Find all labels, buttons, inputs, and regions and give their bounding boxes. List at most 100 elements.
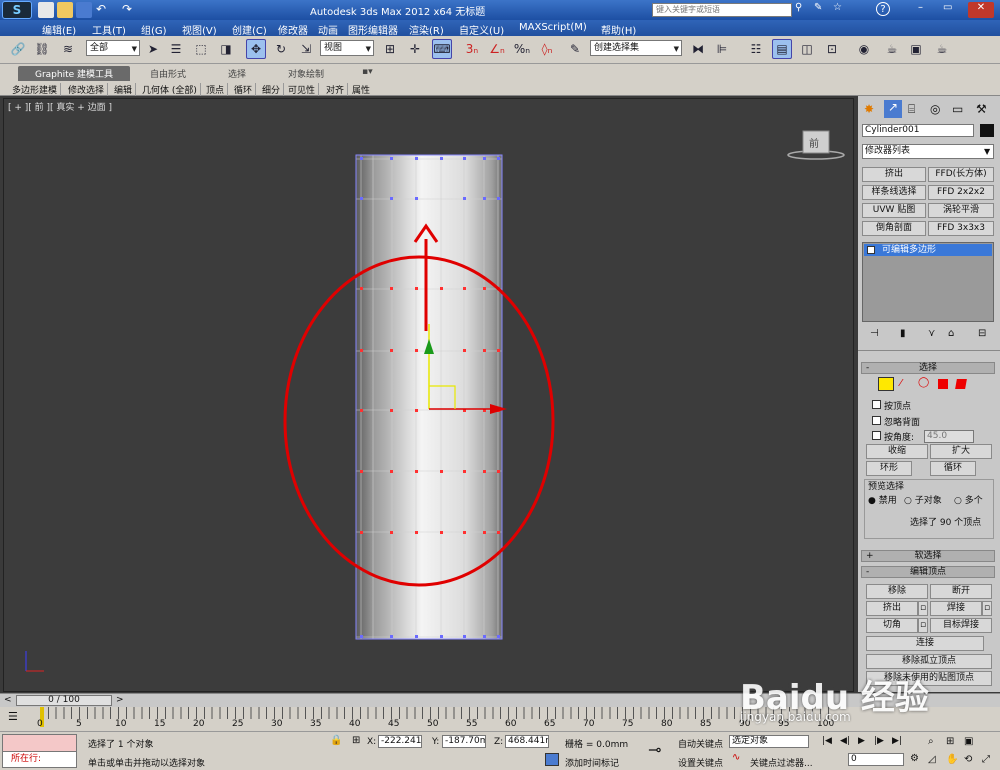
zoom-icon[interactable]: ⌕: [928, 736, 934, 747]
preview-multi-radio[interactable]: ○ 多个: [954, 493, 983, 506]
stack-item-editable-poly[interactable]: 可编辑多边形: [864, 244, 992, 256]
bind-spacewarp-icon[interactable]: ≋: [58, 39, 78, 59]
border-mode-icon[interactable]: ◯: [918, 377, 929, 388]
remove-isolated-button[interactable]: 移除孤立顶点: [866, 654, 992, 669]
subtab-loops[interactable]: 循环: [234, 83, 257, 96]
loop-button[interactable]: 循环: [930, 461, 976, 476]
slider-next-icon[interactable]: >: [116, 695, 124, 705]
move-icon[interactable]: ✥: [246, 39, 266, 59]
subtab-properties[interactable]: 属性: [352, 83, 373, 96]
edit-named-sel-icon[interactable]: ✎: [565, 39, 585, 59]
subtab-align[interactable]: 对齐: [326, 83, 349, 96]
z-coord-field[interactable]: 468.441m: [505, 735, 549, 748]
tools-icon[interactable]: ✎: [814, 2, 830, 18]
x-coord-field[interactable]: -222.241m: [378, 735, 422, 748]
render-frame-icon[interactable]: ▣: [906, 39, 926, 59]
absolute-mode-icon[interactable]: ⊞: [352, 735, 360, 746]
menu-graph-editors[interactable]: 图形编辑器: [348, 22, 398, 37]
y-coord-field[interactable]: -187.70m: [442, 735, 486, 748]
chamfer-settings-icon[interactable]: ▫: [918, 618, 928, 633]
named-selection-dropdown[interactable]: 创建选择集: [590, 40, 682, 56]
menu-views[interactable]: 视图(V): [182, 22, 217, 37]
keyboard-shortcut-icon[interactable]: ⌨: [432, 39, 452, 59]
pan-icon[interactable]: ✋: [946, 754, 958, 765]
subtab-geometry-all[interactable]: 几何体 (全部): [142, 83, 201, 96]
remove-modifier-icon[interactable]: ⌂: [948, 328, 954, 339]
menu-help[interactable]: 帮助(H): [601, 22, 636, 37]
preview-disable-radio[interactable]: ● 禁用: [868, 493, 897, 506]
snap-3d-icon[interactable]: 3ₙ: [462, 39, 482, 59]
weld-button[interactable]: 焊接: [930, 601, 982, 616]
menu-create[interactable]: 创建(C): [232, 22, 267, 37]
modifier-list-dropdown[interactable]: 修改器列表: [862, 144, 994, 159]
preview-subobject-radio[interactable]: ○ 子对象: [904, 493, 942, 506]
tab-object-paint[interactable]: 对象绘制: [288, 67, 324, 80]
object-name-field[interactable]: Cylinder001: [862, 124, 974, 137]
viewport-label[interactable]: [ + ][ 前 ][ 真实 + 边面 ]: [8, 100, 112, 113]
orbit-icon[interactable]: ⟲: [964, 754, 972, 765]
menu-maxscript[interactable]: MAXScript(M): [519, 22, 587, 33]
set-key-icon[interactable]: ⊸: [648, 740, 661, 759]
vertex-mode-icon[interactable]: [878, 377, 894, 391]
motion-tab-icon[interactable]: ◎: [930, 102, 940, 116]
menu-tools[interactable]: 工具(T): [92, 22, 126, 37]
mirror-icon[interactable]: ⧓: [688, 39, 708, 59]
connect-button[interactable]: 连接: [866, 636, 984, 651]
rotate-icon[interactable]: ↻: [271, 39, 291, 59]
by-angle-checkbox[interactable]: [872, 431, 881, 440]
close-icon[interactable]: ✕: [968, 2, 994, 18]
selection-filter-dropdown[interactable]: 全部: [86, 40, 140, 56]
render-production-icon[interactable]: ☕: [932, 39, 952, 59]
render-setup-icon[interactable]: ☕: [882, 39, 902, 59]
undo-icon[interactable]: ↶: [96, 2, 112, 18]
chamfer-button[interactable]: 切角: [866, 618, 918, 633]
grow-button[interactable]: 扩大: [930, 444, 992, 459]
mod-ffd-2-button[interactable]: FFD 2x2x2: [928, 185, 994, 200]
remove-button[interactable]: 移除: [866, 584, 928, 599]
weld-settings-icon[interactable]: ▫: [982, 601, 992, 616]
mod-extrude-button[interactable]: 挤出: [862, 167, 926, 182]
object-color-swatch[interactable]: [980, 124, 994, 137]
auto-key-button[interactable]: 自动关键点: [678, 737, 723, 750]
mod-spline-select-button[interactable]: 样条线选择: [862, 185, 926, 200]
field-of-view-icon[interactable]: ◿: [928, 754, 936, 765]
current-frame-field[interactable]: 0: [848, 753, 904, 766]
subtab-subdivision[interactable]: 细分: [262, 83, 285, 96]
utilities-tab-icon[interactable]: ⚒: [976, 102, 987, 116]
rollout-soft-selection[interactable]: + 软选择: [861, 550, 995, 562]
angle-snap-icon[interactable]: ∠ₙ: [487, 39, 507, 59]
extrude-settings-icon[interactable]: ▫: [918, 601, 928, 616]
make-unique-icon[interactable]: ⋎: [928, 328, 935, 339]
zoom-all-icon[interactable]: ⊞: [946, 736, 954, 747]
time-slider-thumb[interactable]: 0 / 100: [16, 695, 112, 706]
mini-curve-icon[interactable]: ☰: [8, 710, 18, 723]
extrude-button[interactable]: 挤出: [866, 601, 918, 616]
element-mode-icon[interactable]: [955, 379, 967, 389]
lock-selection-icon[interactable]: 🔒: [330, 735, 342, 746]
next-frame-icon[interactable]: |▶: [874, 736, 884, 746]
subtab-vertices[interactable]: 顶点: [206, 83, 229, 96]
new-file-icon[interactable]: [38, 2, 54, 18]
goto-end-icon[interactable]: ▶|: [892, 736, 902, 746]
configure-sets-icon[interactable]: ⊟: [978, 328, 986, 339]
maxscript-mini-listener[interactable]: 所在行:: [2, 751, 77, 768]
front-viewport[interactable]: 前: [3, 98, 854, 692]
binoculars-icon[interactable]: ⚲: [795, 2, 811, 18]
schematic-view-icon[interactable]: ⊡: [822, 39, 842, 59]
tab-selection[interactable]: 选择: [228, 67, 246, 80]
key-filters-button[interactable]: 关键点过滤器...: [750, 756, 813, 769]
subtab-modify-selection[interactable]: 修改选择: [68, 83, 109, 96]
break-button[interactable]: 断开: [930, 584, 992, 599]
zoom-extents-icon[interactable]: ▣: [964, 736, 973, 747]
pin-stack-icon[interactable]: ⊣: [870, 328, 879, 339]
mod-ffd-box-button[interactable]: FFD(长方体): [928, 167, 994, 182]
help-icon[interactable]: ?: [876, 2, 890, 16]
hierarchy-tab-icon[interactable]: ⌸: [908, 102, 915, 117]
ignore-backfacing-checkbox[interactable]: [872, 416, 881, 425]
by-vertex-checkbox[interactable]: [872, 400, 881, 409]
tab-graphite[interactable]: Graphite 建模工具: [18, 66, 130, 81]
menu-customize[interactable]: 自定义(U): [459, 22, 504, 37]
time-tag-icon[interactable]: [545, 753, 559, 766]
menu-edit[interactable]: 编辑(E): [42, 22, 76, 37]
rollout-selection[interactable]: - 选择: [861, 362, 995, 374]
